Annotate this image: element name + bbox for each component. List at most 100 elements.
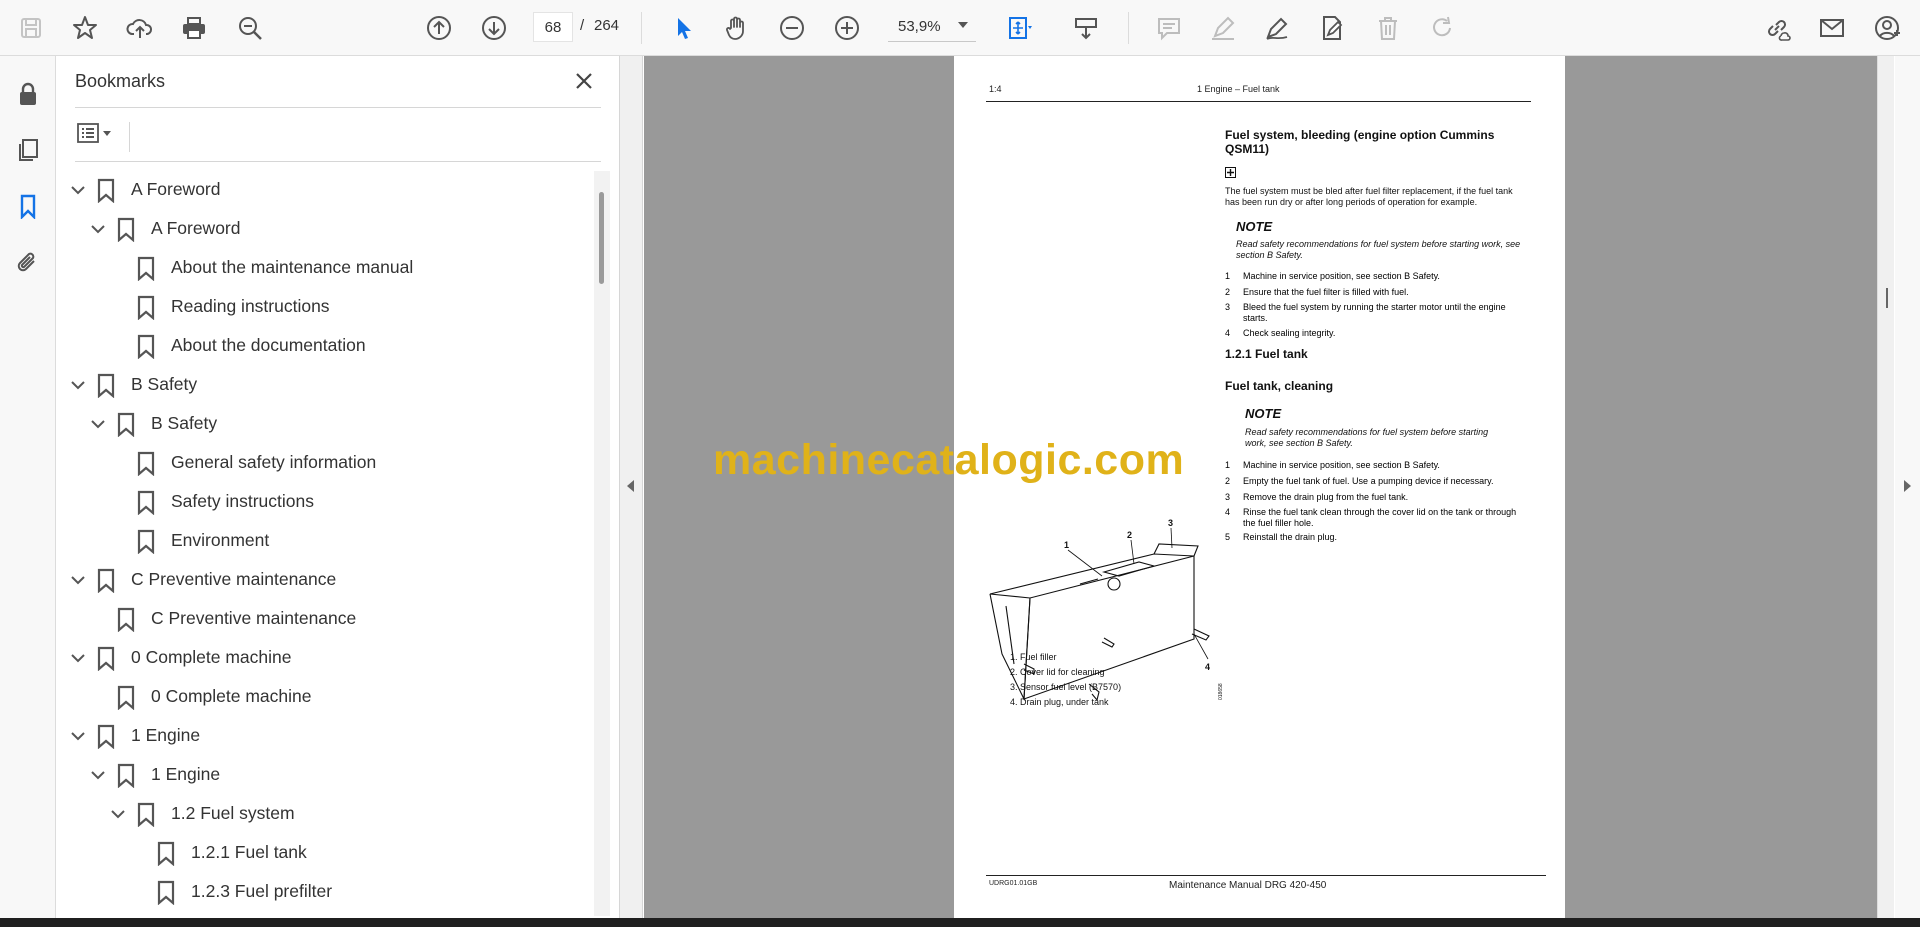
toolbar-divider	[1128, 12, 1129, 44]
bookmark-icon	[117, 412, 135, 437]
bookmark-item[interactable]: A Foreword	[87, 209, 240, 248]
bookmark-item[interactable]: 1 Engine	[87, 755, 220, 794]
document-viewport: 1:4 1 Engine – Fuel tank Fuel system, bl…	[644, 56, 1877, 918]
bookmark-item[interactable]: 1 Engine	[67, 716, 200, 755]
bookmark-icon	[97, 568, 115, 593]
draw-pen-icon[interactable]	[1258, 9, 1296, 47]
attachment-icon[interactable]	[10, 245, 46, 281]
select-cursor-icon[interactable]	[664, 9, 702, 47]
account-icon[interactable]	[1868, 9, 1906, 47]
scroll-mode-icon[interactable]	[1067, 9, 1105, 47]
bookmark-tree: A Foreword A Foreword About the maintena…	[57, 167, 595, 909]
chevron-down-icon[interactable]	[67, 179, 89, 201]
bookmark-label: B Safety	[151, 413, 218, 433]
chevron-down-icon[interactable]	[87, 413, 109, 435]
email-icon[interactable]	[1813, 9, 1851, 47]
star-icon[interactable]	[66, 9, 104, 47]
print-icon[interactable]	[175, 9, 213, 47]
step-item: 4 Rinse the fuel tank clean through the c…	[1225, 507, 1517, 528]
document-scrollbar-thumb[interactable]	[1886, 288, 1888, 308]
caption-item: 3. Sensor fuel level (B7570)	[1010, 682, 1122, 692]
save-icon[interactable]	[12, 9, 50, 47]
bookmark-item[interactable]: 0 Complete machine	[109, 677, 312, 716]
divider	[986, 875, 1546, 876]
subsection-title: 1.2.1 Fuel tank	[1225, 347, 1308, 361]
bookmarks-panel: Bookmarks A Foreword A Foreword About th…	[57, 56, 620, 918]
delete-trash-icon[interactable]	[1369, 9, 1407, 47]
redo-icon[interactable]	[1424, 9, 1462, 47]
step-item: 1 Machine in service position, see sectio…	[1225, 460, 1440, 470]
zoom-search-icon[interactable]	[231, 9, 269, 47]
bookmark-options-button[interactable]	[75, 118, 123, 148]
highlight-pen-icon[interactable]	[1204, 9, 1242, 47]
bookmarks-scrollbar-thumb[interactable]	[599, 192, 604, 284]
bookmark-label: A Foreword	[151, 218, 241, 238]
bookmark-item[interactable]: B Safety	[67, 365, 197, 404]
bookmark-item[interactable]: A Foreword	[67, 170, 220, 209]
close-icon[interactable]	[571, 68, 597, 94]
step-item: 2 Ensure that the fuel filter is filled w…	[1225, 287, 1409, 297]
page-number-input[interactable]: 68	[533, 12, 573, 42]
bookmark-icon	[137, 334, 155, 359]
next-page-icon[interactable]	[475, 9, 513, 47]
bookmark-item[interactable]: About the documentation	[129, 326, 366, 365]
chevron-down-icon[interactable]	[87, 764, 109, 786]
bookmark-item[interactable]: Environment	[129, 521, 269, 560]
caret-right-icon	[1904, 480, 1911, 492]
divider	[129, 122, 130, 152]
pdf-page: 1:4 1 Engine – Fuel tank Fuel system, bl…	[954, 56, 1565, 918]
hand-tool-icon[interactable]	[718, 9, 756, 47]
bookmark-icon	[117, 763, 135, 788]
bookmark-item[interactable]: About the maintenance manual	[129, 248, 413, 287]
share-link-icon[interactable]	[1758, 9, 1796, 47]
bookmark-panel-icon[interactable]	[10, 188, 46, 224]
chevron-down-icon[interactable]	[958, 22, 968, 28]
bookmark-icon	[97, 373, 115, 398]
lock-icon[interactable]	[10, 76, 46, 112]
previous-page-icon[interactable]	[420, 9, 458, 47]
bookmark-icon	[137, 529, 155, 554]
page-separator: /	[580, 17, 585, 34]
chevron-down-icon[interactable]	[67, 374, 89, 396]
step-item: 2 Empty the fuel tank of fuel. Use a pump…	[1225, 476, 1494, 486]
zoom-in-icon[interactable]	[828, 9, 866, 47]
page-thumbnails-icon[interactable]	[10, 132, 46, 168]
bookmark-item[interactable]: 0 Complete machine	[67, 638, 292, 677]
bookmark-item[interactable]: 1.2.3 Fuel prefilter	[149, 872, 332, 909]
bookmark-label: 0 Complete machine	[131, 647, 292, 667]
bookmark-icon	[137, 802, 155, 827]
bookmark-item[interactable]: Safety instructions	[129, 482, 314, 521]
upload-cloud-icon[interactable]	[121, 9, 159, 47]
bookmark-item[interactable]: 1.2.1 Fuel tank	[149, 833, 307, 872]
page-header-number: 1:4	[989, 84, 1002, 94]
document-scrollbar[interactable]	[1877, 56, 1894, 918]
bookmark-icon	[117, 685, 135, 710]
panel-title: Bookmarks	[75, 71, 166, 91]
chevron-down-icon[interactable]	[67, 647, 89, 669]
zoom-out-icon[interactable]	[773, 9, 811, 47]
bookmark-label: B Safety	[131, 374, 198, 394]
chevron-down-icon[interactable]	[67, 725, 89, 747]
bookmark-item[interactable]: 1.2 Fuel system	[107, 794, 295, 833]
bookmark-icon	[97, 646, 115, 671]
chevron-down-icon[interactable]	[87, 218, 109, 240]
bookmark-item[interactable]: C Preventive maintenance	[109, 599, 356, 638]
bookmark-label: C Preventive maintenance	[131, 569, 337, 589]
bookmark-item[interactable]: B Safety	[87, 404, 217, 443]
edit-document-icon[interactable]	[1313, 9, 1351, 47]
comment-icon[interactable]	[1150, 9, 1188, 47]
expand-right-panel-button[interactable]	[1895, 56, 1920, 918]
chevron-down-icon[interactable]	[67, 569, 89, 591]
figure-id: 018658	[1218, 683, 1224, 700]
expand-icon	[1225, 165, 1237, 178]
bookmark-item[interactable]: C Preventive maintenance	[67, 560, 336, 599]
bookmark-item[interactable]: General safety information	[129, 443, 376, 482]
bookmark-icon	[157, 841, 175, 866]
bookmark-icon	[117, 607, 135, 632]
bookmark-label: 1.2.1 Fuel tank	[191, 842, 307, 862]
collapse-panel-button[interactable]	[620, 56, 643, 918]
page-fit-icon[interactable]	[1000, 9, 1038, 47]
bookmark-item[interactable]: Reading instructions	[129, 287, 330, 326]
chevron-down-icon[interactable]	[107, 803, 129, 825]
step-item: 3 Remove the drain plug from the fuel tan…	[1225, 492, 1409, 502]
